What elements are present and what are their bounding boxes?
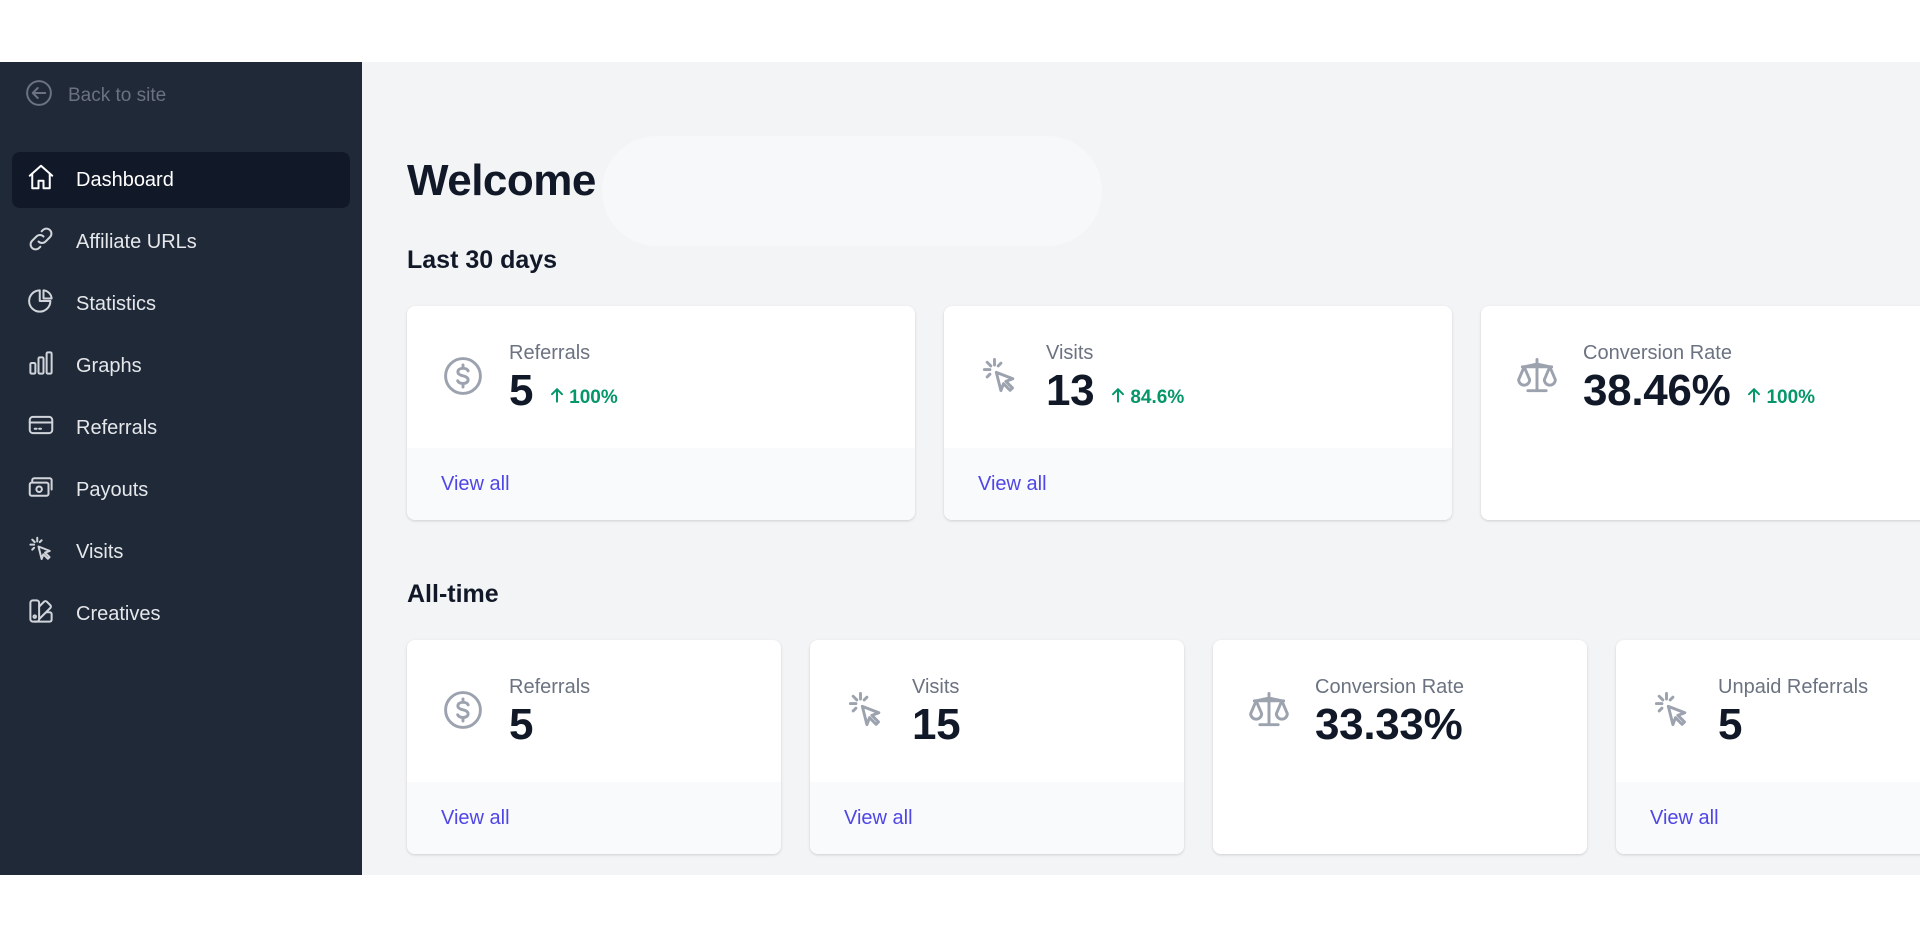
stat-change-value: 84.6% xyxy=(1130,387,1185,408)
stat-value: 5 xyxy=(1718,700,1743,749)
stat-change: 84.6% xyxy=(1108,385,1184,411)
credit-card-icon xyxy=(26,410,56,446)
arrow-up-icon xyxy=(547,385,567,411)
cash-icon xyxy=(26,472,56,508)
sidebar-item-statistics[interactable]: Statistics xyxy=(12,276,350,332)
stat-change: 100% xyxy=(1744,385,1815,411)
sidebar: Back to site Dashboard Affiliate URLs St… xyxy=(0,62,362,875)
stat-card-unpaid-referrals-all-time: Unpaid Referrals 5 View all xyxy=(1616,640,1920,854)
cursor-click-icon xyxy=(1650,688,1694,732)
section-title-last-30-days: Last 30 days xyxy=(407,246,558,274)
user-name-placeholder xyxy=(602,136,1102,246)
sidebar-item-label: Creatives xyxy=(76,602,161,625)
stat-card-conversion-rate-30d: Conversion Rate 38.46% 100% xyxy=(1481,306,1920,520)
sidebar-item-label: Referrals xyxy=(76,416,158,439)
card-footer xyxy=(1481,448,1920,520)
stat-label: Visits xyxy=(912,676,960,698)
sidebar-nav: Dashboard Affiliate URLs Statistics Grap… xyxy=(12,152,350,648)
card-footer: View all xyxy=(1616,782,1920,854)
view-all-visits-link[interactable]: View all xyxy=(978,473,1047,496)
sidebar-item-label: Affiliate URLs xyxy=(76,230,197,253)
stat-change-value: 100% xyxy=(1766,387,1816,408)
card-footer: View all xyxy=(407,782,781,854)
stat-label: Unpaid Referrals xyxy=(1718,676,1869,698)
link-icon xyxy=(26,224,56,260)
stat-value: 5 xyxy=(509,366,534,415)
sidebar-item-label: Statistics xyxy=(76,292,157,315)
view-all-visits-link[interactable]: View all xyxy=(844,807,913,830)
sidebar-item-creatives[interactable]: Creatives xyxy=(12,586,350,642)
sidebar-item-label: Payouts xyxy=(76,478,149,501)
cursor-click-icon xyxy=(978,354,1022,398)
card-footer: View all xyxy=(944,448,1452,520)
section-title-all-time: All-time xyxy=(407,580,499,608)
stat-label: Conversion Rate xyxy=(1315,676,1464,698)
stat-card-visits-30d: Visits 13 84.6% View all xyxy=(944,306,1452,520)
stat-label: Visits xyxy=(1046,342,1094,364)
arrow-left-circle-icon xyxy=(24,78,54,114)
view-all-referrals-link[interactable]: View all xyxy=(441,473,510,496)
stat-value: 5 xyxy=(509,700,534,749)
stat-value: 15 xyxy=(912,700,961,749)
scale-icon xyxy=(1515,354,1559,398)
home-icon xyxy=(26,162,56,198)
back-to-site-link[interactable]: Back to site xyxy=(24,80,166,112)
sidebar-item-payouts[interactable]: Payouts xyxy=(12,462,350,518)
stat-label: Referrals xyxy=(509,676,591,698)
stat-value: 38.46% xyxy=(1583,366,1731,415)
app-window: Back to site Dashboard Affiliate URLs St… xyxy=(0,62,1920,875)
stat-change-value: 100% xyxy=(569,387,618,408)
stat-label: Referrals xyxy=(509,342,591,364)
stat-label: Conversion Rate xyxy=(1583,342,1732,364)
sidebar-item-graphs[interactable]: Graphs xyxy=(12,338,350,394)
card-footer xyxy=(1213,782,1587,854)
scale-icon xyxy=(1247,688,1291,732)
stat-value: 13 xyxy=(1046,366,1095,415)
bar-chart-icon xyxy=(26,348,56,384)
stat-card-visits-all-time: Visits 15 View all xyxy=(810,640,1184,854)
stat-card-referrals-all-time: Referrals 5 View all xyxy=(407,640,781,854)
sidebar-item-label: Visits xyxy=(76,540,124,563)
dollar-circle-icon xyxy=(441,688,485,732)
stat-card-conversion-rate-all-time: Conversion Rate 33.33% xyxy=(1213,640,1587,854)
pie-chart-icon xyxy=(26,286,56,322)
arrow-up-icon xyxy=(1108,385,1128,411)
sidebar-item-label: Graphs xyxy=(76,354,142,377)
stat-change: 100% xyxy=(547,385,618,411)
page-title: Welcome xyxy=(407,156,596,205)
cursor-click-icon xyxy=(26,534,56,570)
sidebar-item-dashboard[interactable]: Dashboard xyxy=(12,152,350,208)
card-footer: View all xyxy=(810,782,1184,854)
back-to-site-label: Back to site xyxy=(68,85,167,106)
card-footer: View all xyxy=(407,448,915,520)
view-all-referrals-link[interactable]: View all xyxy=(441,807,510,830)
sidebar-item-affiliate-urls[interactable]: Affiliate URLs xyxy=(12,214,350,270)
stat-value: 33.33% xyxy=(1315,700,1463,749)
view-all-unpaid-referrals-link[interactable]: View all xyxy=(1650,807,1719,830)
cursor-click-icon xyxy=(844,688,888,732)
main-content: Welcome Last 30 days Referrals 5 100% Vi… xyxy=(362,62,1920,875)
color-swatch-icon xyxy=(26,596,56,632)
sidebar-item-referrals[interactable]: Referrals xyxy=(12,400,350,456)
dollar-circle-icon xyxy=(441,354,485,398)
sidebar-item-visits[interactable]: Visits xyxy=(12,524,350,580)
stat-card-referrals-30d: Referrals 5 100% View all xyxy=(407,306,915,520)
arrow-up-icon xyxy=(1744,385,1764,411)
sidebar-item-label: Dashboard xyxy=(76,168,174,191)
